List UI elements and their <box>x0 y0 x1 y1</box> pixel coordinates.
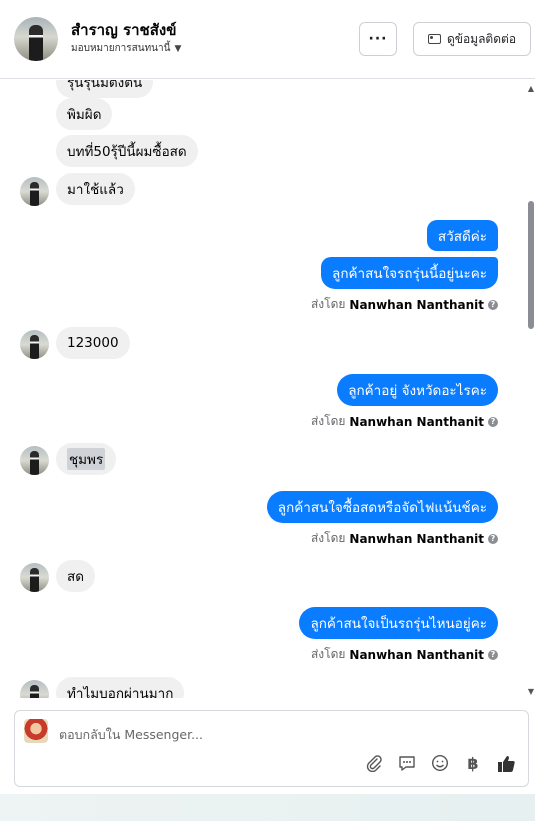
sender-avatar[interactable] <box>20 446 49 475</box>
message-incoming: รุ่นรุ่นมีตั้งต้น <box>56 80 154 98</box>
scroll-thumb[interactable] <box>528 201 534 329</box>
message-thread[interactable]: รุ่นรุ่นมีตั้งต้น พิมผิด บทที่50รุ้ปีนี้… <box>0 80 535 698</box>
sender-avatar[interactable] <box>20 177 49 206</box>
contact-name[interactable]: สำราญ ราชสังข์ <box>71 18 176 42</box>
sender-avatar[interactable] <box>20 330 49 359</box>
message-outgoing: ลูกค้าอยู่ จังหวัดอะไรคะ <box>337 374 498 406</box>
page-avatar <box>24 719 48 743</box>
message-text: ลูกค้าสนใจเป็นรถรุ่นไหนอยู่คะ <box>310 616 487 632</box>
sent-by-label: ส่งโดย Nanwhan Nanthanit ? <box>311 529 498 548</box>
message-text: ลูกค้าสนใจรถรุ่นนี้อยู่นะคะ <box>332 266 487 282</box>
more-label: ··· <box>368 31 388 47</box>
message-text: ทำไมบอกผ่านมาก <box>67 686 174 698</box>
message-incoming: พิมผิด <box>56 98 113 130</box>
sender-avatar[interactable] <box>20 680 49 698</box>
scroll-up-arrow-icon[interactable]: ▲ <box>528 84 534 93</box>
sent-by-label: ส่งโดย Nanwhan Nanthanit ? <box>311 645 498 664</box>
reply-composer[interactable]: ตอบกลับใน Messenger... ฿ <box>14 710 529 787</box>
assign-conversation[interactable]: มอบหมายการสนทนานี้ ▼ <box>71 41 181 56</box>
agent-name: Nanwhan Nanthanit <box>349 297 484 312</box>
agent-name: Nanwhan Nanthanit <box>349 647 484 662</box>
help-icon[interactable]: ? <box>488 649 498 660</box>
message-text: มาใช้แล้ว <box>67 182 124 198</box>
message-text: 123000 <box>67 335 119 351</box>
emoji-icon[interactable] <box>430 753 450 773</box>
conversation-header: สำราญ ราชสังข์ มอบหมายการสนทนานี้ ▼ ··· ด… <box>0 0 535 79</box>
scroll-down-arrow-icon[interactable]: ▼ <box>528 687 534 696</box>
message-outgoing: ลูกค้าสนใจเป็นรถรุ่นไหนอยู่คะ <box>299 607 498 639</box>
contact-avatar[interactable] <box>14 17 58 61</box>
message-outgoing: ลูกค้าสนใจซื้อสดหรือจัดไฟแน้นช์คะ <box>266 491 498 523</box>
sent-by-prefix: ส่งโดย <box>310 647 346 661</box>
message-incoming: มาใช้แล้ว <box>56 173 135 205</box>
help-icon[interactable]: ? <box>488 533 498 544</box>
message-text: สด <box>67 569 85 585</box>
message-text: สวัสดีค่ะ <box>437 228 487 245</box>
bottom-band <box>0 794 535 821</box>
sent-by-label: ส่งโดย Nanwhan Nanthanit ? <box>311 295 498 314</box>
attachment-icon[interactable] <box>364 753 384 773</box>
help-icon[interactable]: ? <box>488 416 498 427</box>
agent-name: Nanwhan Nanthanit <box>349 531 484 546</box>
sender-avatar[interactable] <box>20 563 49 592</box>
help-icon[interactable]: ? <box>488 299 498 310</box>
message-incoming: 123000 <box>56 327 130 359</box>
composer-toolbar: ฿ <box>364 753 516 773</box>
message-text: ชุมพร <box>67 448 106 470</box>
caret-down-icon: ▼ <box>174 44 182 54</box>
message-incoming: บทที่50รุ้ปีนี้ผมซื้อสด <box>56 135 198 167</box>
thread-scrollbar[interactable]: ▲ ▼ <box>525 80 535 698</box>
message-text: รุ่นรุ่นมีตั้งต้น <box>67 80 143 91</box>
sent-by-prefix: ส่งโดย <box>310 297 346 311</box>
agent-name: Nanwhan Nanthanit <box>349 414 484 429</box>
saved-reply-icon[interactable] <box>397 753 417 773</box>
more-options-button[interactable]: ··· <box>359 22 397 56</box>
contact-card-icon <box>427 34 441 44</box>
sent-by-label: ส่งโดย Nanwhan Nanthanit ? <box>311 412 498 431</box>
message-text: ลูกค้าสนใจซื้อสดหรือจัดไฟแน้นช์คะ <box>277 500 487 516</box>
message-text: บทที่50รุ้ปีนี้ผมซื้อสด <box>67 144 187 160</box>
message-text: ลูกค้าอยู่ จังหวัดอะไรคะ <box>348 383 487 399</box>
message-text: พิมผิด <box>67 107 102 123</box>
sent-by-prefix: ส่งโดย <box>310 414 346 428</box>
message-incoming: สด <box>56 560 96 592</box>
message-incoming: ทำไมบอกผ่านมาก <box>56 677 185 698</box>
view-contact-label: ดูข้อมูลติดต่อ <box>446 31 517 46</box>
assign-label: มอบหมายการสนทนานี้ <box>71 43 171 54</box>
like-icon[interactable] <box>496 753 516 773</box>
reply-input[interactable]: ตอบกลับใน Messenger... <box>59 725 203 745</box>
message-outgoing: ลูกค้าสนใจรถรุ่นนี้อยู่นะคะ <box>321 257 498 289</box>
message-outgoing: สวัสดีค่ะ <box>426 220 498 251</box>
message-incoming: ชุมพร <box>56 443 117 475</box>
baht-icon[interactable]: ฿ <box>463 753 483 773</box>
view-contact-button[interactable]: ดูข้อมูลติดต่อ <box>413 22 531 56</box>
sent-by-prefix: ส่งโดย <box>310 531 346 545</box>
